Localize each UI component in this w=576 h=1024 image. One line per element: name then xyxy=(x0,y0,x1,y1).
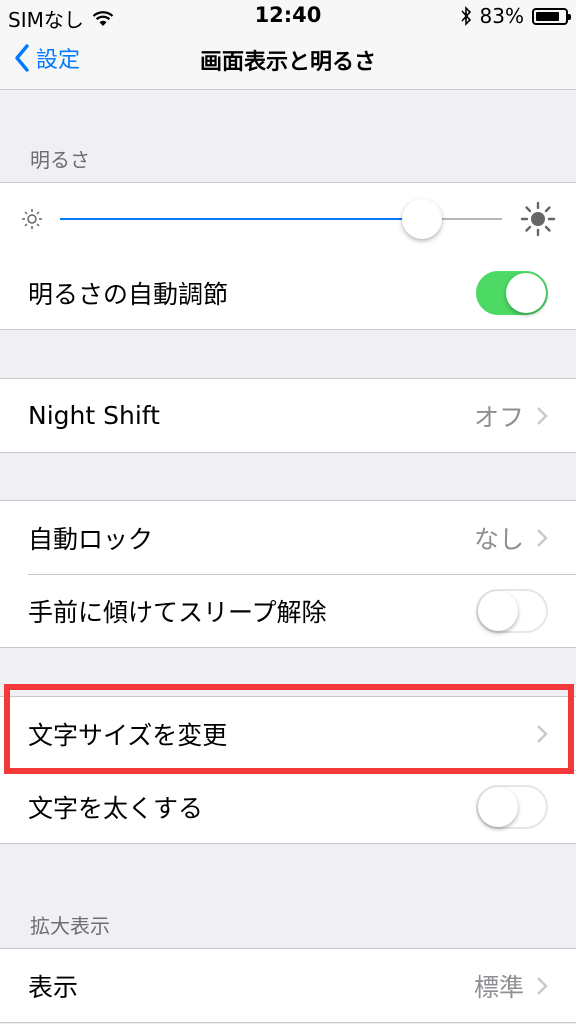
brightness-slider-fill xyxy=(60,218,423,220)
brightness-low-icon xyxy=(22,209,42,229)
night-shift-value: オフ xyxy=(473,402,524,432)
zoom-view-label: 表示 xyxy=(28,972,79,1002)
text-size-row[interactable]: 文字サイズを変更 xyxy=(0,697,576,770)
section-header-zoom: 拡大表示 xyxy=(30,914,110,938)
chevron-right-icon xyxy=(537,528,548,547)
bluetooth-icon xyxy=(460,6,471,26)
zoom-view-row[interactable]: 表示 標準 xyxy=(0,949,576,1022)
auto-brightness-label: 明るさの自動調節 xyxy=(28,279,229,309)
bold-text-label: 文字を太くする xyxy=(28,793,204,823)
night-shift-label: Night Shift xyxy=(28,401,160,430)
raise-to-wake-row: 手前に傾けてスリープ解除 xyxy=(0,574,576,647)
group-lock: 自動ロック なし 手前に傾けてスリープ解除 xyxy=(0,500,576,648)
group-brightness: 明るさの自動調節 xyxy=(0,182,576,330)
page-title: 画面表示と明るさ xyxy=(199,50,376,75)
battery-icon xyxy=(532,7,571,25)
section-header-brightness: 明るさ xyxy=(30,148,90,172)
text-size-label: 文字サイズを変更 xyxy=(28,720,228,750)
auto-brightness-toggle[interactable] xyxy=(476,270,548,315)
group-night-shift: Night Shift オフ xyxy=(0,378,576,453)
brightness-slider-thumb[interactable] xyxy=(402,199,443,239)
brightness-slider-row xyxy=(0,183,576,256)
raise-to-wake-toggle[interactable] xyxy=(476,588,548,633)
bold-text-toggle[interactable] xyxy=(476,784,548,829)
group-text: 文字サイズを変更 文字を太くする xyxy=(0,696,576,844)
auto-brightness-row: 明るさの自動調節 xyxy=(0,256,576,329)
toggle-knob xyxy=(478,786,518,827)
chevron-right-icon xyxy=(537,724,548,743)
battery-fill xyxy=(536,11,560,21)
group-zoom: 表示 標準 xyxy=(0,948,576,1023)
bold-text-row: 文字を太くする xyxy=(0,770,576,843)
chevron-right-icon xyxy=(537,976,548,995)
battery-percent: 83% xyxy=(479,4,524,28)
brightness-high-icon xyxy=(520,201,556,237)
toggle-knob xyxy=(506,272,546,313)
toggle-knob xyxy=(478,590,518,631)
chevron-right-icon xyxy=(537,406,548,425)
raise-to-wake-label: 手前に傾けてスリープ解除 xyxy=(28,597,327,627)
auto-lock-value: なし xyxy=(473,524,524,554)
status-right: 83% xyxy=(460,4,571,28)
auto-lock-label: 自動ロック xyxy=(28,524,154,554)
status-bar: SIMなし 12:40 83% xyxy=(0,0,576,32)
night-shift-row[interactable]: Night Shift オフ xyxy=(0,379,576,452)
auto-lock-row[interactable]: 自動ロック なし xyxy=(0,501,576,574)
zoom-view-value: 標準 xyxy=(473,972,524,1002)
navigation-bar: 設定 画面表示と明るさ xyxy=(0,30,576,90)
